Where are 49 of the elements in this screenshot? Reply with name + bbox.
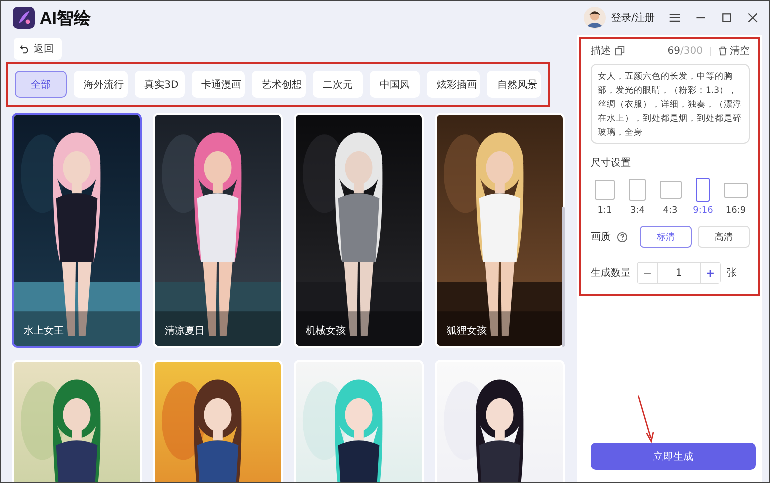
size-label: 尺寸设置 <box>591 156 632 170</box>
gallery-card[interactable]: 狐狸女孩 <box>435 113 565 348</box>
help-icon[interactable] <box>617 232 628 242</box>
category-tab[interactable]: 自然风景 <box>487 71 541 98</box>
menu-icon[interactable] <box>669 12 681 24</box>
card-caption: 清凉夏日 <box>165 324 205 338</box>
quality-option[interactable]: 标清 <box>640 226 692 248</box>
gallery-card[interactable]: 清凉夏日 <box>153 113 283 348</box>
quality-option[interactable]: 高清 <box>698 226 750 248</box>
quality-label: 画质 <box>591 230 611 244</box>
category-tab[interactable]: 全部 <box>15 71 67 98</box>
maximize-icon[interactable] <box>721 12 733 24</box>
clear-button[interactable]: 清空 <box>718 44 750 58</box>
card-caption: 机械女孩 <box>306 324 346 338</box>
close-icon[interactable] <box>747 12 759 24</box>
description-label: 描述 <box>591 44 611 58</box>
category-tab[interactable]: 真实3D <box>134 71 185 98</box>
card-caption: 狐狸女孩 <box>447 324 487 338</box>
size-option[interactable]: 9:16 <box>689 178 718 216</box>
generate-button[interactable]: 立即生成 <box>591 443 756 470</box>
quantity-label: 生成数量 <box>591 266 631 280</box>
annotation-arrow <box>635 395 657 445</box>
avatar-icon[interactable] <box>584 7 606 29</box>
app-title: AI智绘 <box>40 8 91 30</box>
back-button[interactable]: 返回 <box>14 38 62 60</box>
quantity-unit: 张 <box>727 266 737 280</box>
character-count: 69/300 <box>668 46 703 56</box>
category-tab[interactable]: 海外流行 <box>74 71 128 98</box>
login-link[interactable]: 登录/注册 <box>612 11 655 25</box>
gallery-card[interactable]: 水上女王 <box>12 113 142 348</box>
description-field[interactable]: 女人，五颜六色的长发，中等的胸部，发光的眼睛，（粉彩：1.3），丝绸（衣服），详细，独奏，（漂浮在水上），到处都是烟，到处都是碎玻璃，全身 <box>591 64 750 144</box>
category-tab[interactable]: 中国风 <box>370 71 420 98</box>
quantity-value[interactable]: 1 <box>658 263 700 283</box>
category-tab[interactable]: 卡通漫画 <box>192 71 246 98</box>
category-tab[interactable]: 二次元 <box>312 71 363 98</box>
category-tab[interactable]: 炫彩插画 <box>426 71 480 98</box>
decrement-button[interactable]: − <box>638 263 658 283</box>
copy-icon[interactable] <box>615 46 625 56</box>
app-logo-icon <box>13 7 35 29</box>
trash-icon <box>718 46 728 56</box>
gallery-card[interactable]: 机械女孩 <box>294 113 424 348</box>
size-option[interactable]: 3:4 <box>624 178 652 216</box>
size-option[interactable]: 4:3 <box>656 178 684 216</box>
size-option[interactable]: 1:1 <box>591 178 619 216</box>
undo-icon <box>20 44 30 54</box>
category-tab[interactable]: 艺术创想 <box>252 71 306 98</box>
increment-button[interactable]: + <box>700 263 720 283</box>
size-option[interactable]: 16:9 <box>722 178 750 216</box>
card-caption: 水上女王 <box>24 324 64 338</box>
